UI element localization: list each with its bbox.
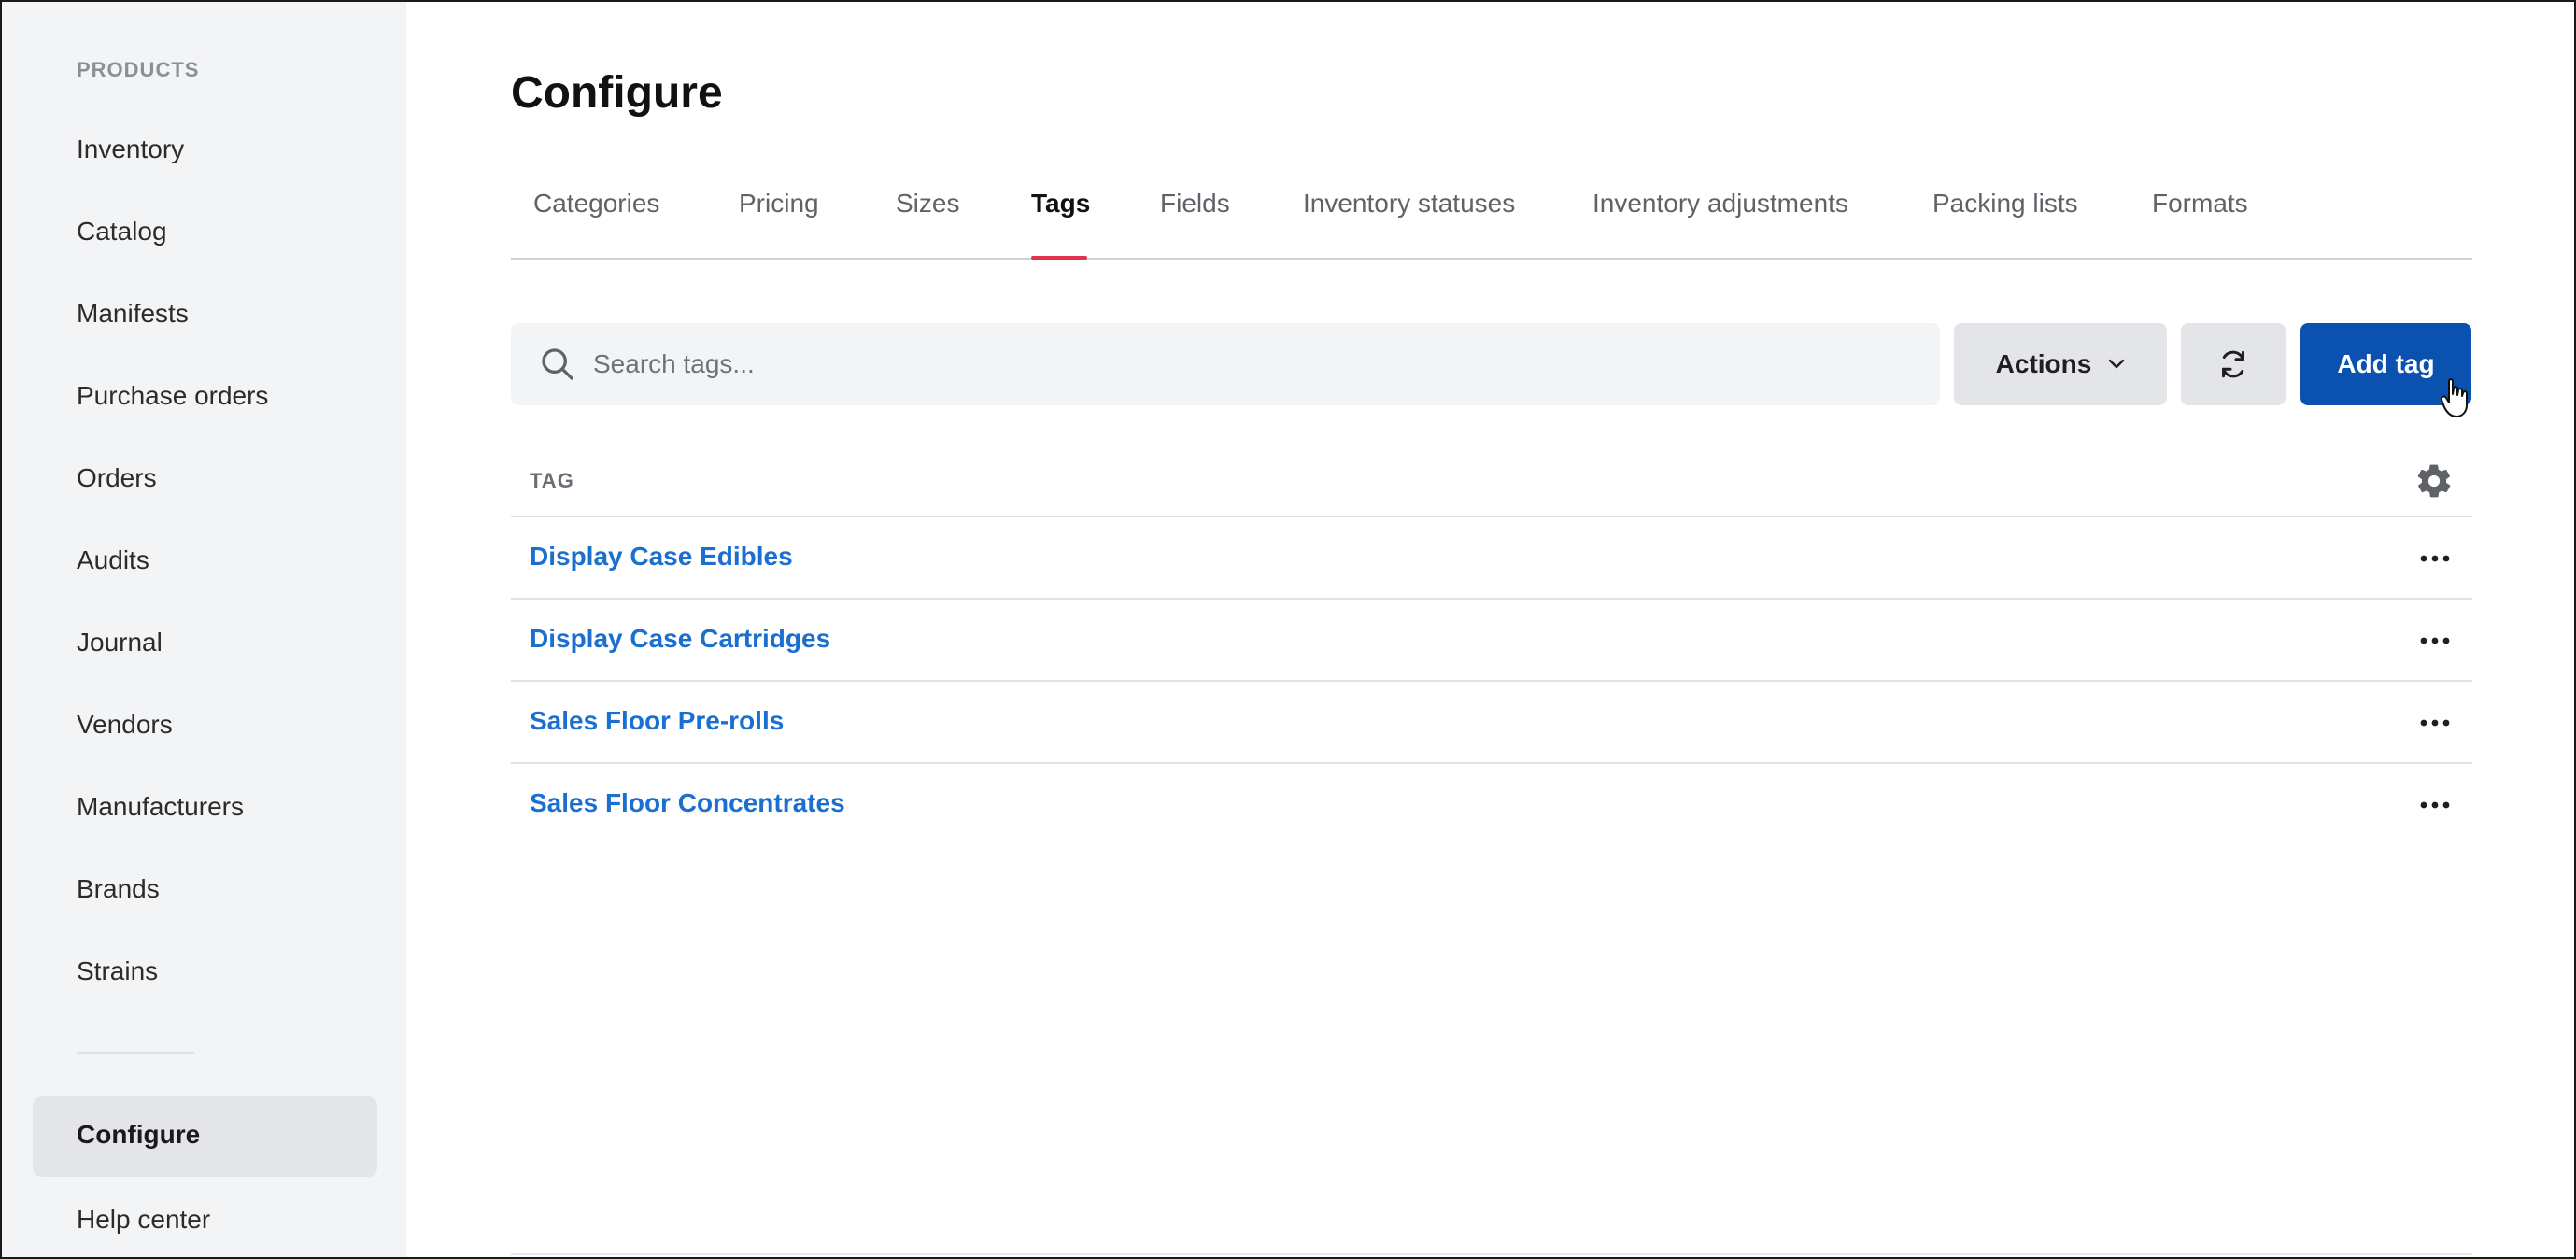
more-horizontal-icon[interactable] [2416, 630, 2454, 652]
table-row: Sales Floor Concentrates [511, 764, 2472, 846]
add-tag-label: Add tag [2337, 349, 2435, 378]
app-window: PRODUCTS Inventory Catalog Manifests Pur… [0, 0, 2576, 1259]
sidebar-item-strains[interactable]: Strains [77, 955, 158, 988]
chevron-down-icon [2109, 359, 2125, 369]
page-title: Configure [511, 68, 723, 118]
search-icon [542, 348, 573, 380]
sidebar-item-inventory[interactable]: Inventory [77, 133, 184, 166]
tab-pricing[interactable]: Pricing [739, 187, 819, 220]
sidebar-item-journal[interactable]: Journal [77, 626, 163, 659]
refresh-icon [2222, 350, 2244, 378]
tab-inventory-statuses[interactable]: Inventory statuses [1303, 187, 1515, 220]
tag-link[interactable]: Display Case Edibles [530, 542, 793, 572]
actions-button[interactable]: Actions [1954, 323, 2167, 405]
table-row: Sales Floor Pre-rolls [511, 682, 2472, 764]
refresh-button[interactable] [2181, 323, 2286, 405]
sidebar-item-manufacturers[interactable]: Manufacturers [77, 790, 244, 824]
table-header: TAG [511, 446, 2472, 517]
bottom-divider [511, 1253, 2472, 1255]
sidebar-divider [77, 1052, 194, 1054]
tab-fields[interactable]: Fields [1160, 187, 1230, 220]
more-horizontal-icon[interactable] [2416, 712, 2454, 734]
tab-formats[interactable]: Formats [2152, 187, 2248, 220]
gear-icon[interactable] [2414, 461, 2454, 501]
tag-link[interactable]: Sales Floor Concentrates [530, 788, 845, 818]
tag-link[interactable]: Sales Floor Pre-rolls [530, 706, 784, 736]
sidebar-section-title: PRODUCTS [77, 58, 200, 81]
tab-bar: Categories Pricing Sizes Tags Fields Inv… [511, 166, 2472, 260]
search-input[interactable] [593, 323, 1901, 405]
column-header-tag: TAG [530, 469, 574, 492]
tag-link[interactable]: Display Case Cartridges [530, 624, 830, 654]
sidebar-item-purchase-orders[interactable]: Purchase orders [77, 379, 268, 413]
sidebar-item-catalog[interactable]: Catalog [77, 215, 167, 248]
active-tab-indicator [1031, 256, 1087, 260]
search-box [511, 323, 1940, 405]
sidebar-item-manifests[interactable]: Manifests [77, 297, 189, 331]
tab-inventory-adjustments[interactable]: Inventory adjustments [1592, 187, 1848, 220]
tab-tags[interactable]: Tags [1031, 187, 1090, 220]
sidebar-item-audits[interactable]: Audits [77, 544, 149, 577]
sidebar-item-help-center[interactable]: Help center [77, 1203, 210, 1237]
hand-pointer-icon [2440, 378, 2468, 417]
sidebar-item-configure[interactable]: Configure [33, 1096, 377, 1177]
more-horizontal-icon[interactable] [2416, 794, 2454, 816]
tab-sizes[interactable]: Sizes [896, 187, 959, 220]
more-horizontal-icon[interactable] [2416, 547, 2454, 570]
tab-packing-lists[interactable]: Packing lists [1932, 187, 2078, 220]
actions-label: Actions [1995, 349, 2092, 378]
sidebar: PRODUCTS Inventory Catalog Manifests Pur… [2, 2, 406, 1257]
sidebar-item-vendors[interactable]: Vendors [77, 708, 173, 742]
sidebar-item-brands[interactable]: Brands [77, 872, 160, 906]
table-row: Display Case Edibles [511, 517, 2472, 600]
sidebar-item-label: Configure [77, 1120, 201, 1149]
tab-categories[interactable]: Categories [533, 187, 659, 220]
sidebar-item-orders[interactable]: Orders [77, 461, 157, 495]
table-row: Display Case Cartridges [511, 600, 2472, 682]
